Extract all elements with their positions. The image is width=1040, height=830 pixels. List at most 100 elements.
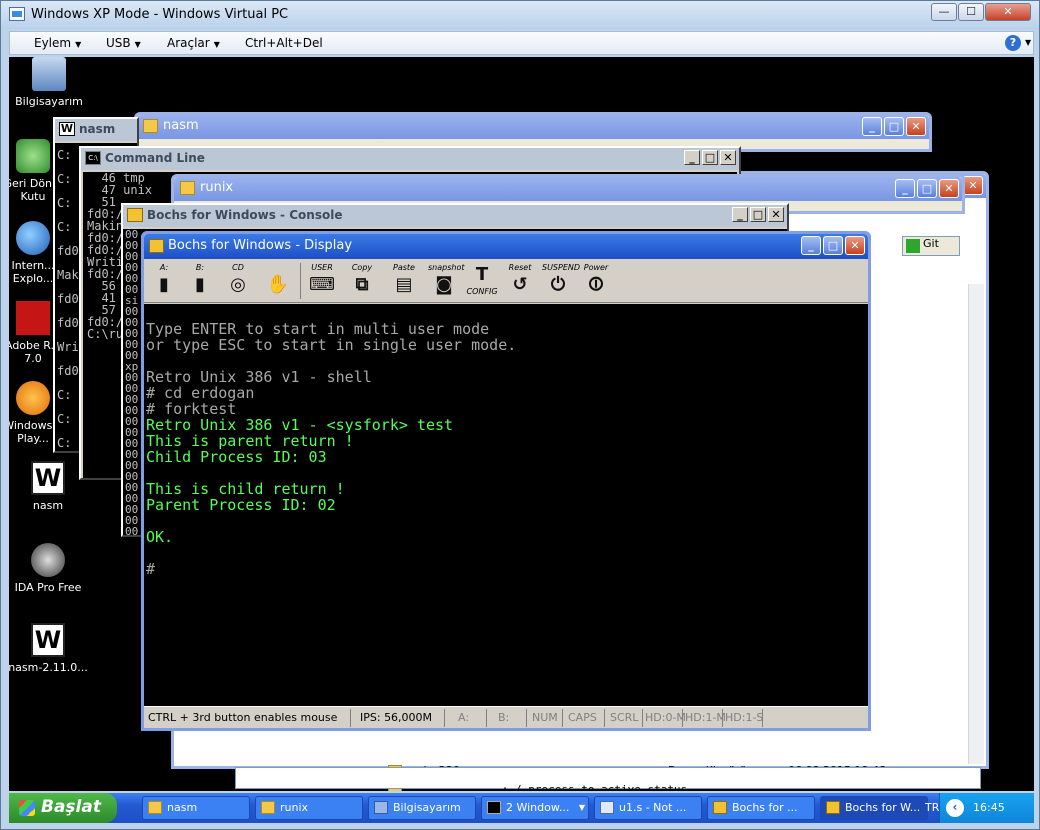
bochs-statusbar: CTRL + 3rd button enables mouse IPS: 56,…: [144, 706, 868, 728]
taskbar-item-notepad[interactable]: u1.s - Not ...: [594, 796, 702, 820]
copy-button[interactable]: Copy ⧉: [346, 263, 378, 299]
windows-flag-icon: [19, 800, 35, 816]
folder-nasm-titlebar[interactable]: nasm _ □ ✕: [137, 115, 929, 139]
minimize-button[interactable]: _: [862, 117, 882, 136]
maximize-button[interactable]: □: [750, 207, 766, 222]
maximize-button[interactable]: □: [884, 117, 904, 136]
chevron-down-icon: ▼: [134, 40, 141, 49]
bochs-display-window[interactable]: Bochs for Windows - Display _ □ ✕ A: ▮ B: ▮ …: [141, 231, 871, 731]
start-button[interactable]: Başlat: [9, 793, 117, 823]
close-button[interactable]: ✕: [768, 207, 784, 222]
minimize-button[interactable]: _: [801, 236, 821, 255]
system-tray: TR ‹ 16:45: [925, 793, 1034, 823]
close-button[interactable]: ✕: [939, 179, 959, 198]
internet-explorer-icon: [16, 221, 50, 255]
reset-button[interactable]: Reset ↺: [504, 263, 536, 299]
desktop-icon-nasm-installer[interactable]: W nasm-2.11.0...: [9, 623, 88, 674]
close-button[interactable]: ✕: [906, 117, 926, 136]
maximize-button[interactable]: □: [823, 236, 843, 255]
menu-usb[interactable]: USB ▼: [106, 36, 141, 50]
clock[interactable]: 16:45: [973, 801, 1005, 814]
menu-ctrl-alt-del[interactable]: Ctrl+Alt+Del: [245, 36, 323, 50]
menu-araclar[interactable]: Araçlar ▼: [167, 36, 220, 50]
num-lock-status: NUM: [532, 711, 558, 724]
taskbar-item-my-computer[interactable]: Bilgisayarım: [368, 796, 476, 820]
console-line: Type ENTER to start in multi user mode: [146, 320, 490, 338]
nasm-icon: W: [31, 461, 65, 495]
hd0-status: HD:0-M: [645, 711, 686, 724]
snapshot-button[interactable]: snapshot ◙: [428, 263, 465, 299]
media-player-icon: [16, 381, 50, 415]
chevron-down-icon: ▼: [213, 40, 220, 49]
maximize-button[interactable]: □: [917, 179, 937, 198]
toolbar-divider: [300, 263, 301, 299]
go-button[interactable]: Git: [902, 236, 960, 256]
status-divider: [486, 709, 487, 727]
paste-button[interactable]: Paste ▤: [388, 263, 420, 299]
help-icon[interactable]: ?: [1005, 35, 1021, 51]
maximize-button[interactable]: □: [702, 150, 718, 165]
scrollbar[interactable]: [968, 284, 984, 764]
folder-runix-titlebar[interactable]: runix _ □ ✕: [174, 177, 962, 201]
status-divider: [722, 709, 723, 727]
cdrom-icon: ◎: [230, 274, 246, 295]
cdrom-button[interactable]: CD ◎: [222, 263, 254, 299]
command-line-titlebar[interactable]: C:\ Command Line _ □ ✕: [81, 148, 739, 170]
status-divider: [350, 709, 351, 727]
config-button[interactable]: T CONFIG: [466, 263, 498, 299]
maximize-button[interactable]: ☐: [958, 3, 984, 21]
emulator-screen[interactable]: Type ENTER to start in multi user mode or…: [144, 304, 868, 708]
mouse-capture-button[interactable]: ✋: [262, 263, 294, 299]
desktop-icon-nasm[interactable]: W nasm: [9, 461, 88, 512]
close-button[interactable]: ✕: [985, 3, 1031, 21]
taskbar-item-windows-group[interactable]: 2 Window... ▼: [481, 796, 589, 820]
guest-desktop: Bilgisayarım Geri Dön... Kutu Intern... …: [9, 57, 1034, 791]
console-line: This is parent return !: [146, 432, 354, 450]
minimize-button[interactable]: _: [732, 207, 748, 222]
console-line: Retro Unix 386 v1 - <sysfork> test: [146, 416, 454, 434]
chevron-down-icon: ▼: [75, 40, 82, 49]
taskbar-item-nasm[interactable]: nasm: [142, 796, 250, 820]
notepad-icon: [600, 801, 614, 814]
chevron-down-icon[interactable]: ▼: [1025, 38, 1031, 47]
minimize-button[interactable]: _: [895, 179, 915, 198]
notepad-window[interactable]: ; / process to active status: [235, 767, 981, 791]
minimize-button[interactable]: _: [684, 150, 700, 165]
floppy-icon: ▮: [159, 274, 169, 295]
language-indicator[interactable]: TR: [925, 801, 939, 814]
hd1-master-status: HD:1-M: [685, 711, 726, 724]
taskbar-item-bochs-console[interactable]: Bochs for ...: [707, 796, 815, 820]
close-button[interactable]: ✕: [963, 176, 983, 195]
chevron-left-icon[interactable]: ‹: [946, 799, 964, 817]
computer-icon: [374, 801, 388, 814]
host-titlebar[interactable]: Windows XP Mode - Windows Virtual PC — ☐…: [1, 1, 1039, 29]
status-divider: [762, 709, 763, 727]
close-button[interactable]: ✕: [720, 150, 736, 165]
bochs-console-titlebar[interactable]: Bochs for Windows - Console _ □ ✕: [123, 205, 787, 227]
console-line: # forktest: [146, 400, 237, 418]
console-line: This is child return !: [146, 480, 345, 498]
taskbar-item-bochs-display[interactable]: Bochs for W...: [820, 796, 928, 820]
taskbar: Başlat nasm runix Bilgisayarım 2 Window.…: [9, 793, 1034, 823]
desktop-icon-my-computer[interactable]: Bilgisayarım: [9, 57, 89, 108]
desktop-icon-ida-pro[interactable]: IDA Pro Free: [9, 543, 88, 594]
floppy-b-button[interactable]: B: ▮: [184, 263, 216, 299]
floppy-b-status: B:: [498, 711, 510, 724]
power-button[interactable]: Power ⏼: [580, 263, 612, 299]
console-line: # cd erdogan: [146, 384, 255, 402]
bochs-icon: [127, 208, 143, 222]
adobe-reader-icon: [16, 301, 50, 335]
suspend-button[interactable]: SUSPEND ⏻: [542, 263, 580, 299]
keyboard-icon: ⌨: [309, 274, 335, 295]
menu-eylem[interactable]: Eylem ▼: [34, 36, 81, 50]
taskbar-item-runix[interactable]: runix: [255, 796, 363, 820]
close-button[interactable]: ✕: [845, 236, 865, 255]
status-divider: [444, 709, 445, 727]
console-nasm-titlebar[interactable]: W nasm: [55, 119, 137, 141]
bochs-display-titlebar[interactable]: Bochs for Windows - Display _ □ ✕: [144, 234, 868, 259]
minimize-button[interactable]: —: [931, 3, 957, 21]
floppy-a-button[interactable]: A: ▮: [148, 263, 180, 299]
user-button[interactable]: USER ⌨: [306, 263, 338, 299]
